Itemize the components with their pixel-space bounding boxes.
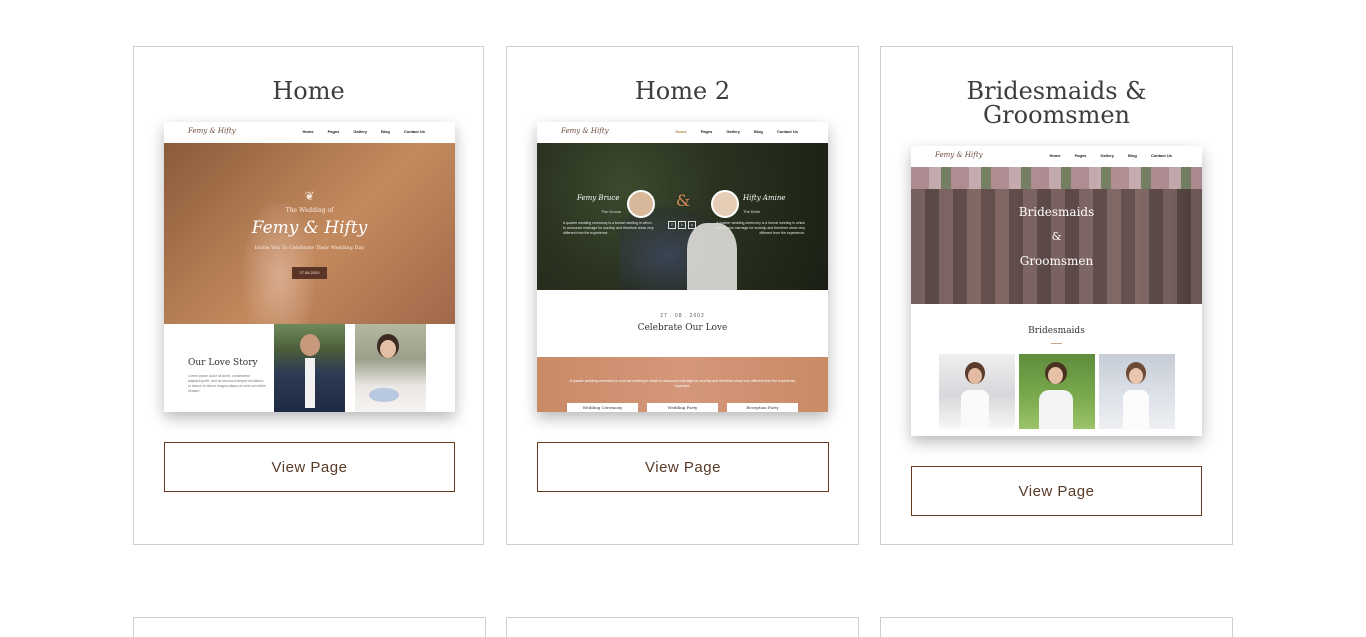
event-tab: Wedding Party <box>647 403 718 412</box>
preview-nav-links: Home Pages Gallery Blog Contact Us <box>302 129 425 134</box>
bridesmaids-preview-thumbnail[interactable]: Femy & Hifty Home Pages Gallery Blog Con… <box>911 146 1202 436</box>
section-title: Bridesmaids <box>1028 326 1085 336</box>
home-2-preview-thumbnail[interactable]: Femy & Hifty Home Pages Gallery Blog Con… <box>537 122 828 412</box>
bridesmaid-photo <box>939 354 1015 429</box>
bridesmaid-photo <box>1099 354 1175 429</box>
preview-logo: Femy & Hifty <box>188 127 236 135</box>
section-divider <box>1051 343 1062 344</box>
hero-names: Femy & Hifty <box>251 218 368 238</box>
hero-line-2: & <box>1051 230 1062 243</box>
demo-card-home: Home Femy & Hifty Home Pages Gallery Blo… <box>133 46 484 545</box>
preview-hero: Bridesmaids & Groomsmen <box>911 167 1202 304</box>
groom-text: A quarter wedding ceremony is a formal m… <box>563 221 654 235</box>
instagram-icon: o <box>688 221 696 229</box>
preview-nav-links: Home Pages Gallery Blog Contact Us <box>675 129 798 134</box>
view-page-button[interactable]: View Page <box>164 442 455 492</box>
celebrate-title: Celebrate Our Love <box>637 323 728 333</box>
flowers-decoration <box>911 167 1202 189</box>
bride-photo <box>355 324 426 412</box>
preview-hero: Femy Bruce The Groom & Hifty Amine The B… <box>537 143 828 290</box>
bride-text: A quarter wedding ceremony is a formal m… <box>714 221 805 235</box>
preview-logo: Femy & Hifty <box>561 127 609 135</box>
bride-avatar <box>711 190 739 218</box>
preview-bridesmaids-section: Bridesmaids <box>911 304 1202 436</box>
twitter-icon: t <box>678 221 686 229</box>
preview-nav-item: Contact Us <box>1150 153 1172 158</box>
view-page-button[interactable]: View Page <box>911 466 1202 516</box>
preview-nav-item: Blog <box>1127 153 1137 158</box>
hero-kicker: The Wedding of <box>285 207 334 214</box>
preview-nav-links: Home Pages Gallery Blog Contact Us <box>1049 153 1172 158</box>
preview-nav-item: Blog <box>753 129 763 134</box>
preview-nav-item: Home <box>302 129 314 134</box>
preview-nav: Femy & Hifty Home Pages Gallery Blog Con… <box>537 122 828 143</box>
preview-nav-item: Home <box>1049 153 1061 158</box>
hero-subtitle: Invite You To Celebrate Their Wedding Da… <box>254 245 365 251</box>
hero-line-1: Bridesmaids <box>1018 205 1095 219</box>
ampersand-icon: & <box>676 191 691 210</box>
preview-story-section: Our Love Story Lorem ipsum dolor sit ame… <box>164 324 455 412</box>
groom-role: The Groom <box>601 209 622 214</box>
preview-nav-item: Contact Us <box>403 129 425 134</box>
preview-nav-item: Gallery <box>1100 153 1114 158</box>
groom-photo <box>274 324 345 412</box>
groom-name: Femy Bruce <box>577 194 620 202</box>
groom-avatar <box>627 190 655 218</box>
demo-card-bridesmaids-groomsmen: Bridesmaids & Groomsmen Femy & Hifty Hom… <box>880 46 1233 545</box>
preview-nav-item: Gallery <box>353 129 367 134</box>
bride-role: The Bride <box>743 209 761 214</box>
band-text: A quarter wedding ceremony is a formal m… <box>569 379 796 388</box>
preview-nav-item: Home <box>675 129 687 134</box>
hero-date-badge: 27.08.2020 <box>292 267 327 279</box>
facebook-icon: f <box>668 221 676 229</box>
view-page-button[interactable]: View Page <box>537 442 829 492</box>
card-title: Home <box>272 77 345 105</box>
preview-nav-item: Blog <box>380 129 390 134</box>
preview-nav: Femy & Hifty Home Pages Gallery Blog Con… <box>911 146 1202 167</box>
demo-card-home-2: Home 2 Femy & Hifty Home Pages Gallery B… <box>506 46 859 545</box>
next-row-card <box>506 617 859 637</box>
bride-name: Hifty Amine <box>743 194 786 202</box>
preview-nav-item: Pages <box>327 129 340 134</box>
home-preview-thumbnail[interactable]: Femy & Hifty Home Pages Gallery Blog Con… <box>164 122 455 412</box>
preview-logo: Femy & Hifty <box>935 151 983 159</box>
next-row-card <box>133 617 486 637</box>
story-title: Our Love Story <box>188 358 258 368</box>
bridesmaid-photo <box>1019 354 1095 429</box>
preview-events-section: A quarter wedding ceremony is a formal m… <box>537 357 828 412</box>
social-icons: f t o <box>668 221 696 229</box>
preview-nav-item: Contact Us <box>776 129 798 134</box>
preview-nav-item: Gallery <box>726 129 740 134</box>
preview-hero: ❦ The Wedding of Femy & Hifty Invite You… <box>164 143 455 324</box>
card-title: Bridesmaids & Groomsmen <box>966 77 1147 129</box>
preview-nav: Femy & Hifty Home Pages Gallery Blog Con… <box>164 122 455 143</box>
card-title: Home 2 <box>634 77 731 105</box>
event-tab: Wedding Ceremony <box>567 403 638 412</box>
next-row-card <box>880 617 1233 637</box>
date-label: 27 . 08 . 2002 <box>660 313 705 319</box>
hero-line-3: Groomsmen <box>1019 254 1094 268</box>
preview-date-section: 27 . 08 . 2002 Celebrate Our Love <box>537 290 828 357</box>
preview-nav-item: Pages <box>1074 153 1087 158</box>
event-tab: Reception Party <box>727 403 798 412</box>
preview-nav-item: Pages <box>700 129 713 134</box>
story-text: Lorem ipsum dolor sit amet, consectetur … <box>188 374 266 393</box>
ornament-icon: ❦ <box>304 189 315 203</box>
